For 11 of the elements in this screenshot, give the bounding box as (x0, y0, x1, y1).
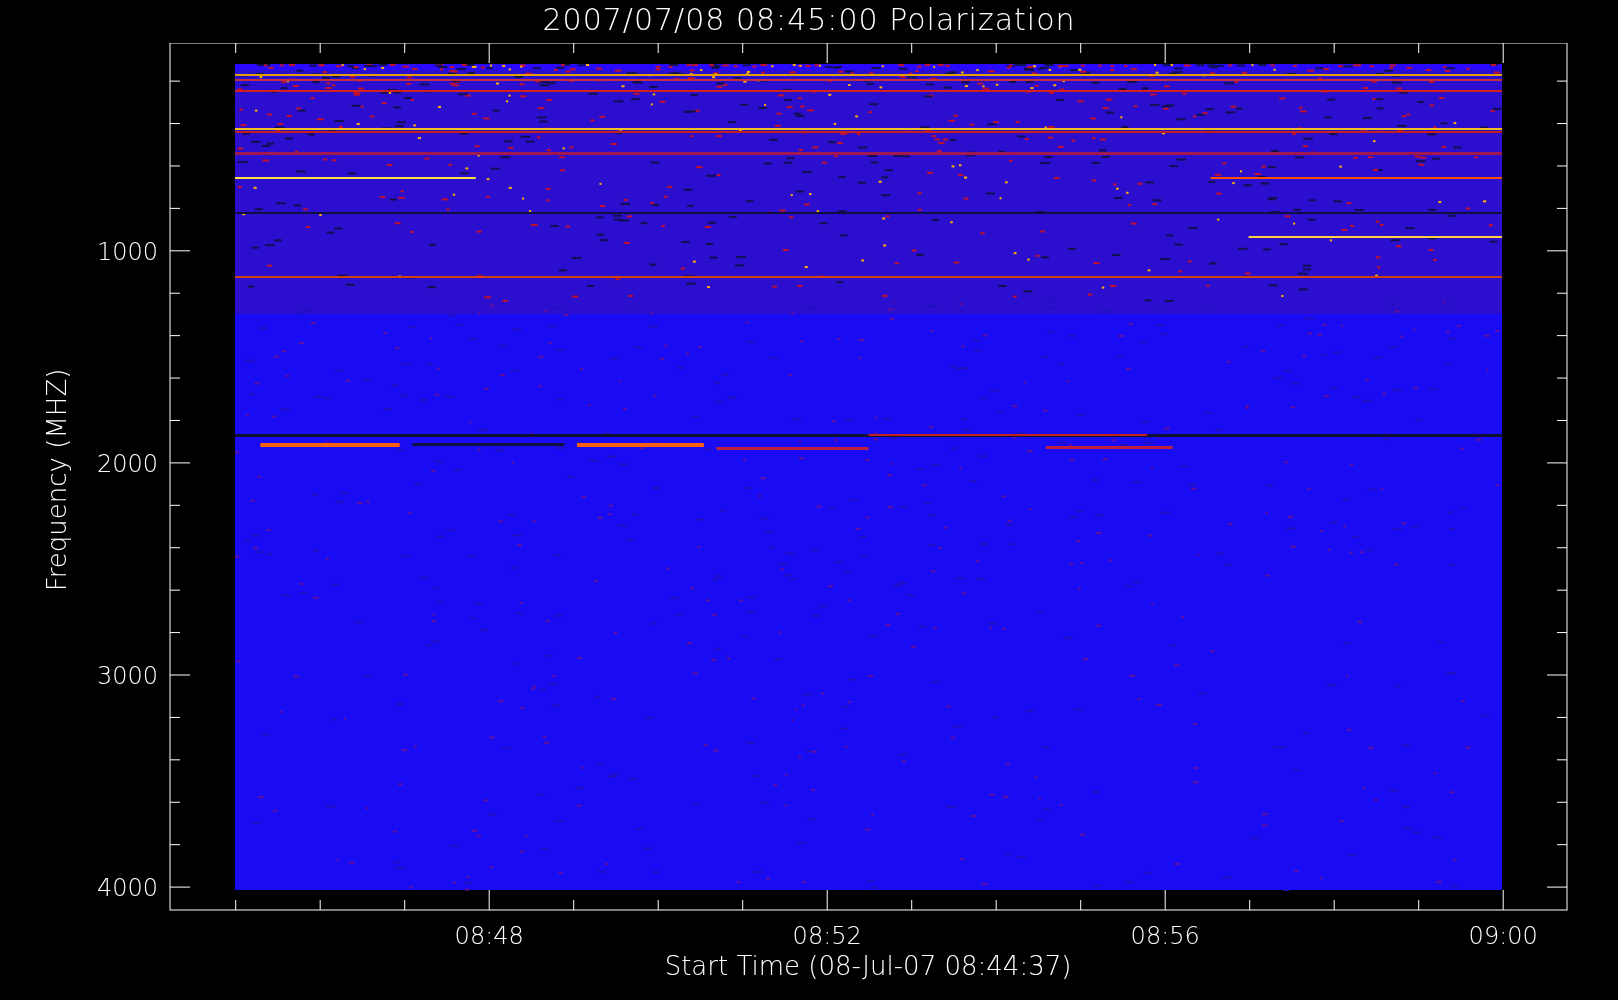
y-tick-label: 4000 (96, 874, 158, 903)
x-tick-label: 09:00 (1468, 922, 1538, 950)
x-tick-label: 08:48 (454, 922, 524, 950)
y-tick-label: 1000 (96, 237, 158, 266)
x-tick-label: 08:52 (792, 922, 862, 950)
y-tick-label: 2000 (96, 449, 158, 478)
x-axis-label: Start Time (08-Jul-07 08:44:37) (664, 951, 1072, 981)
plot-title: 2007/07/08 08:45:00 Polarization (542, 1, 1076, 39)
y-tick-label: 3000 (96, 662, 158, 690)
x-tick-label: 08:56 (1130, 922, 1200, 950)
y-axis-label: Frequency (MHZ) (42, 368, 72, 592)
